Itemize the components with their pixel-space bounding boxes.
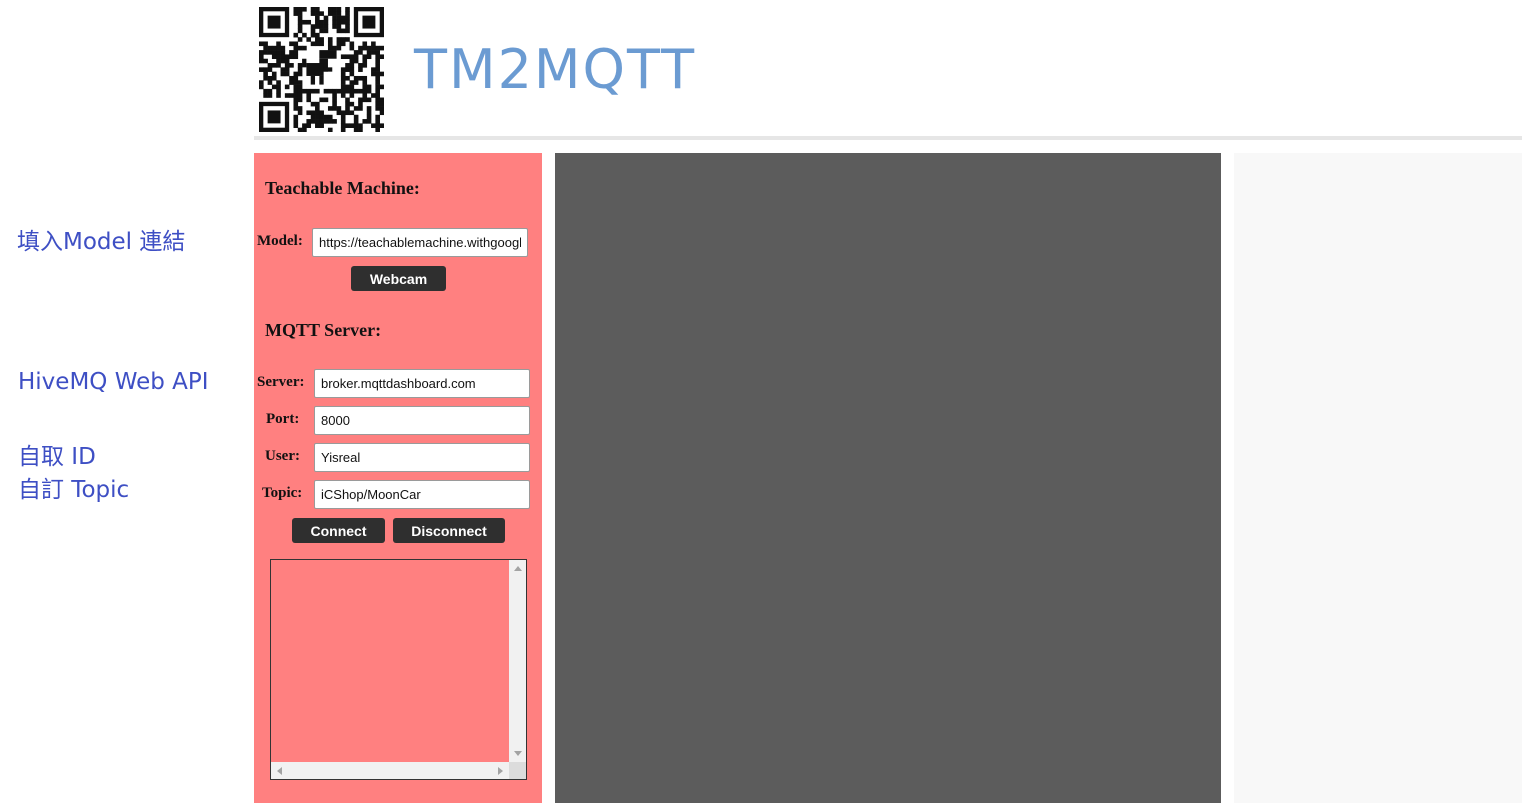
scroll-down-arrow-icon[interactable]	[514, 751, 522, 756]
model-label: Model:	[257, 233, 303, 249]
prediction-results-area	[1234, 153, 1522, 803]
control-panel: Teachable Machine: Model: Webcam MQTT Se…	[254, 153, 542, 803]
scroll-right-arrow-icon[interactable]	[498, 767, 503, 775]
note-model-link: 填入Model 連結	[17, 229, 186, 255]
page-root: TM2MQTT 填入Model 連結 HiveMQ Web API 自取 ID …	[0, 0, 1529, 811]
port-input[interactable]	[314, 406, 530, 435]
scroll-left-arrow-icon[interactable]	[277, 767, 282, 775]
horizontal-scrollbar[interactable]	[271, 762, 509, 779]
teachable-machine-heading: Teachable Machine:	[265, 178, 420, 198]
webcam-button[interactable]: Webcam	[351, 266, 446, 291]
mqtt-server-heading: MQTT Server:	[265, 320, 382, 340]
port-label: Port:	[266, 411, 300, 427]
disconnect-button[interactable]: Disconnect	[393, 518, 505, 543]
note-hivemq-api: HiveMQ Web API	[18, 369, 209, 395]
user-input[interactable]	[314, 443, 530, 472]
scroll-up-arrow-icon[interactable]	[514, 566, 522, 571]
scrollbar-corner	[509, 762, 526, 779]
header-divider	[254, 136, 1522, 140]
user-label: User:	[265, 448, 300, 464]
webcam-canvas	[555, 153, 1221, 803]
server-input[interactable]	[314, 369, 530, 398]
topic-input[interactable]	[314, 480, 530, 509]
message-log-textarea[interactable]	[270, 559, 527, 780]
connect-button[interactable]: Connect	[292, 518, 385, 543]
qr-code-with-dinosaur-icon	[259, 7, 384, 132]
topic-label: Topic:	[262, 485, 303, 501]
note-custom-topic: 自訂 Topic	[18, 477, 130, 503]
model-url-input[interactable]	[312, 228, 528, 257]
app-logo-title: TM2MQTT	[414, 38, 697, 101]
vertical-scrollbar[interactable]	[509, 560, 526, 762]
header: TM2MQTT	[254, 0, 1522, 136]
note-custom-id: 自取 ID	[18, 444, 96, 470]
server-label: Server:	[257, 374, 305, 390]
